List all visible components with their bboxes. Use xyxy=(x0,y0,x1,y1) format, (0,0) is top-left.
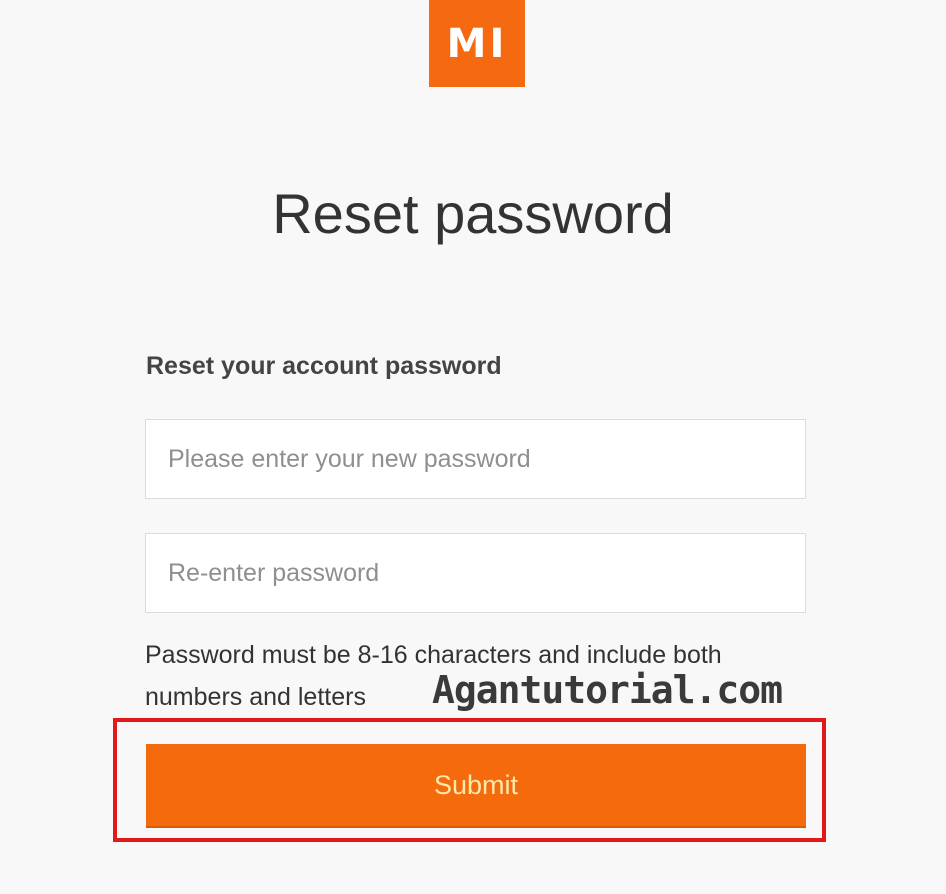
watermark: Agantutorial.com xyxy=(432,668,783,712)
confirm-password-input[interactable] xyxy=(145,533,806,613)
reset-password-page: MI Reset password Reset your account pas… xyxy=(0,0,946,894)
mi-logo-text: MI xyxy=(446,20,508,67)
form-heading: Reset your account password xyxy=(146,352,502,380)
page-title: Reset password xyxy=(272,182,674,245)
new-password-input[interactable] xyxy=(145,419,806,499)
submit-button[interactable]: Submit xyxy=(146,744,806,828)
mi-logo[interactable]: MI xyxy=(429,0,525,87)
